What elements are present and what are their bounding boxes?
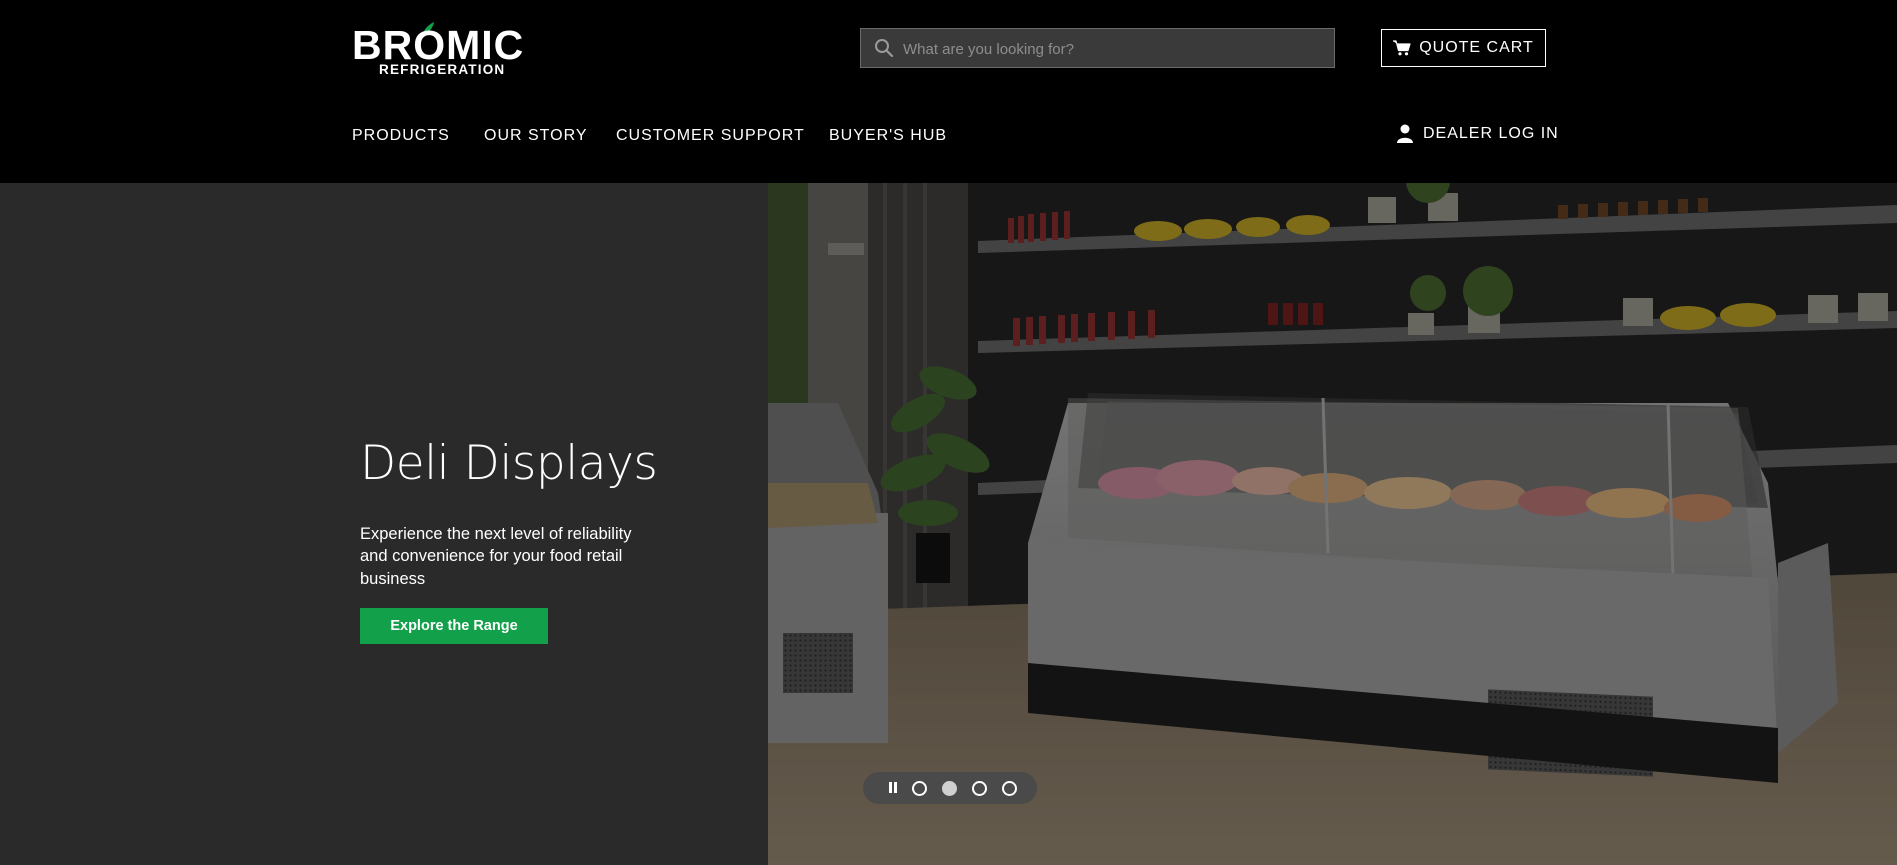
pause-icon[interactable] bbox=[889, 782, 897, 793]
quote-cart-button[interactable]: QUOTE CART bbox=[1381, 29, 1546, 67]
site-header: BROMIC REFRIGERATION QUOTE CART PRODUCTS… bbox=[0, 0, 1897, 183]
bromic-logo[interactable]: BROMIC REFRIGERATION bbox=[352, 22, 523, 78]
search-input[interactable] bbox=[901, 29, 1325, 69]
slide-dot-4[interactable] bbox=[1002, 781, 1017, 796]
user-icon bbox=[1397, 124, 1413, 143]
hero-description: Experience the next level of reliability… bbox=[360, 524, 632, 588]
dealer-login-label: DEALER LOG IN bbox=[1423, 125, 1559, 142]
cart-icon bbox=[1393, 40, 1411, 56]
nav-products[interactable]: PRODUCTS bbox=[352, 127, 450, 145]
nav-buyers-hub[interactable]: BUYER'S HUB bbox=[829, 127, 947, 145]
slide-dot-1[interactable] bbox=[912, 781, 927, 796]
nav-customer-support[interactable]: CUSTOMER SUPPORT bbox=[616, 127, 805, 145]
hero-title: Deli Displays bbox=[360, 436, 658, 492]
dealer-login-link[interactable]: DEALER LOG IN bbox=[1396, 124, 1559, 144]
search-box[interactable] bbox=[860, 28, 1335, 69]
deli-display-illustration bbox=[768, 183, 1897, 865]
hero-image bbox=[768, 183, 1897, 865]
slider-controls bbox=[863, 772, 1037, 804]
quote-cart-label: QUOTE CART bbox=[1419, 39, 1534, 56]
slide-dot-3[interactable] bbox=[972, 781, 987, 796]
nav-our-story[interactable]: OUR STORY bbox=[484, 127, 588, 145]
slide-dot-2[interactable] bbox=[942, 781, 957, 796]
explore-range-button[interactable]: Explore the Range bbox=[360, 608, 548, 644]
logo-subtitle: REFRIGERATION bbox=[379, 62, 506, 77]
search-icon bbox=[875, 39, 894, 58]
